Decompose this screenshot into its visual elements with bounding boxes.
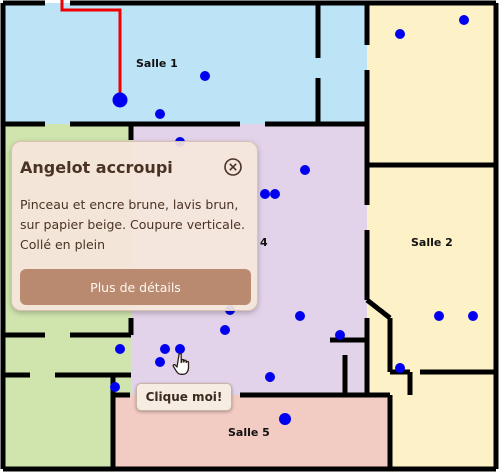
room-salle-1-area[interactable] xyxy=(3,3,367,124)
artwork-marker[interactable] xyxy=(459,15,469,25)
artwork-marker[interactable] xyxy=(335,330,345,340)
artwork-marker[interactable] xyxy=(155,109,165,119)
artwork-marker[interactable] xyxy=(434,311,444,321)
close-circle-icon[interactable] xyxy=(223,157,243,177)
popup-title: Angelot accroupi xyxy=(20,158,173,177)
details-button[interactable]: Plus de détails xyxy=(20,269,251,305)
artwork-marker[interactable] xyxy=(270,189,280,199)
artwork-marker[interactable] xyxy=(279,413,291,425)
artwork-marker[interactable] xyxy=(115,344,125,354)
artwork-marker[interactable] xyxy=(300,165,310,175)
artwork-marker[interactable] xyxy=(200,71,210,81)
artwork-marker-selected[interactable] xyxy=(112,92,128,108)
artwork-marker[interactable] xyxy=(220,325,230,335)
artwork-marker[interactable] xyxy=(160,344,170,354)
room-label-salle-1: Salle 1 xyxy=(136,57,178,70)
artwork-popup: Angelot accroupi Pinceau et encre brune,… xyxy=(11,141,258,311)
artwork-marker[interactable] xyxy=(260,189,270,199)
popup-description: Pinceau et encre brune, lavis brun, sur … xyxy=(20,197,245,252)
artwork-marker[interactable] xyxy=(395,363,405,373)
click-me-tooltip[interactable]: Clique moi! xyxy=(136,383,232,411)
artwork-marker[interactable] xyxy=(468,311,478,321)
artwork-marker[interactable] xyxy=(110,382,120,392)
hand-pointer-icon xyxy=(172,352,190,375)
artwork-marker[interactable] xyxy=(295,311,305,321)
artwork-marker[interactable] xyxy=(395,29,405,39)
room-label-salle-4: 4 xyxy=(260,236,268,249)
room-label-salle-2: Salle 2 xyxy=(411,236,453,249)
artwork-marker[interactable] xyxy=(155,357,165,367)
room-label-salle-5: Salle 5 xyxy=(228,426,270,439)
artwork-marker[interactable] xyxy=(265,372,275,382)
